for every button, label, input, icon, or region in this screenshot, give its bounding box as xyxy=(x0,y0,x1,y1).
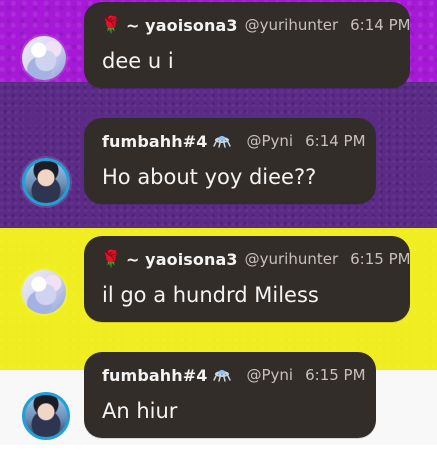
message-header: 🌹 ~ yaoisona3 @yurihunter 6:14 PM xyxy=(101,14,411,36)
message-header: fumbahh#4 @Pyni 6:15 PM xyxy=(102,364,366,386)
message-bubble: fumbahh#4 @Pyni 6:14 PM Ho about yoy die… xyxy=(84,118,376,204)
message-text: dee u i xyxy=(102,49,174,73)
message-text: il go a hundrd Miless xyxy=(102,283,319,307)
username[interactable]: fumbahh#4 xyxy=(102,132,208,151)
message-bubble: fumbahh#4 @Pyni 6:15 PM An hiur xyxy=(84,352,376,438)
message-time: 6:15 PM xyxy=(350,250,411,268)
username[interactable]: fumbahh#4 xyxy=(102,366,208,385)
message-bubble: 🌹 ~ yaoisona3 @yurihunter 6:14 PM dee u … xyxy=(84,2,411,88)
ufo-icon xyxy=(212,132,232,150)
message-header: 🌹 ~ yaoisona3 @yurihunter 6:15 PM xyxy=(101,248,411,270)
user-avatar[interactable] xyxy=(22,158,70,206)
message-text: Ho about yoy diee?? xyxy=(102,165,317,189)
message-time: 6:15 PM xyxy=(305,366,366,384)
user-handle[interactable]: @yurihunter xyxy=(245,16,339,34)
ufo-icon xyxy=(212,366,232,384)
user-avatar[interactable] xyxy=(22,270,66,314)
username[interactable]: ~ yaoisona3 xyxy=(126,250,238,269)
rose-icon: 🌹 xyxy=(101,15,121,34)
user-handle[interactable]: @yurihunter xyxy=(245,250,339,268)
message-header: fumbahh#4 @Pyni 6:14 PM xyxy=(102,130,366,152)
user-avatar[interactable] xyxy=(22,392,70,440)
message-bubble: 🌹 ~ yaoisona3 @yurihunter 6:15 PM il go … xyxy=(84,236,411,322)
user-handle[interactable]: @Pyni xyxy=(247,132,294,150)
message-time: 6:14 PM xyxy=(350,16,411,34)
user-handle[interactable]: @Pyni xyxy=(247,366,294,384)
chat-message: 🌹 ~ yaoisona3 @yurihunter 6:14 PM dee u … xyxy=(0,0,437,102)
rose-icon: 🌹 xyxy=(101,249,121,268)
user-avatar[interactable] xyxy=(22,36,66,80)
message-time: 6:14 PM xyxy=(305,132,366,150)
message-text: An hiur xyxy=(102,399,178,423)
chat-message: 🌹 ~ yaoisona3 @yurihunter 6:15 PM il go … xyxy=(0,226,437,336)
username[interactable]: ~ yaoisona3 xyxy=(126,16,238,35)
chat-message: fumbahh#4 @Pyni 6:14 PM Ho about yoy die… xyxy=(0,108,437,218)
chat-message: fumbahh#4 @Pyni 6:15 PM An hiur xyxy=(0,342,437,452)
